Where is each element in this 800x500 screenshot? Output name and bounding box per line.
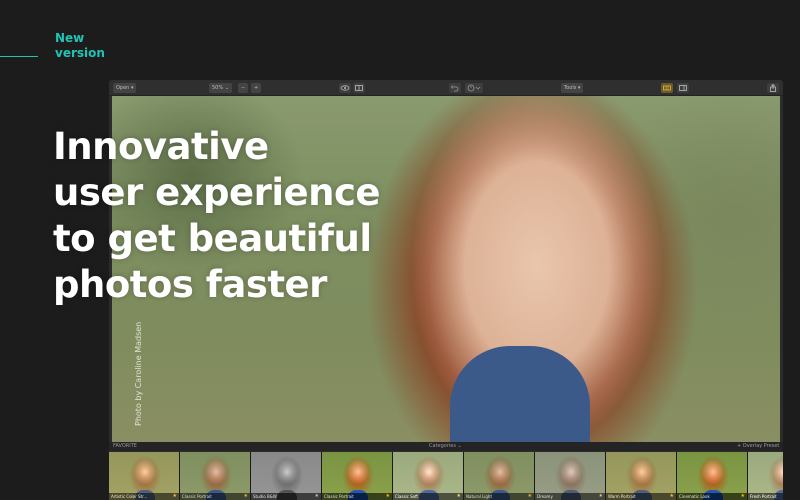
headline: Innovative user experience to get beauti… <box>53 124 381 308</box>
preset-thumbnail[interactable]: Fresh Portrait★ <box>748 452 783 500</box>
thumbnail-label: Warm Portrait <box>606 493 676 500</box>
headline-line-3: to get beautiful <box>53 217 372 260</box>
toolbar: Open ▾ 50% ⌄ − + Tools ▾ <box>109 80 783 96</box>
overlay-preset-button[interactable]: + Overlay Preset <box>737 443 779 450</box>
photo-subject-dress <box>450 346 590 442</box>
thumbnail-label: Classic Portrait <box>180 493 250 500</box>
filmstrip-icon[interactable] <box>661 83 673 93</box>
open-button[interactable]: Open ▾ <box>113 83 137 93</box>
favorite-tab[interactable]: FAVORITE <box>113 443 137 450</box>
favorite-star-icon[interactable]: ★ <box>457 493 461 499</box>
zoom-out-button[interactable]: − <box>238 83 249 93</box>
presets-bar: FAVORITE Categories ⌄ + Overlay Preset <box>109 442 783 451</box>
zoom-in-button[interactable]: + <box>251 83 262 93</box>
headline-line-2: user experience <box>53 171 381 214</box>
preset-thumbnail[interactable]: Warm Portrait ★ <box>606 452 676 500</box>
share-icon[interactable] <box>767 83 779 93</box>
zoom-select[interactable]: 50% ⌄ <box>209 83 232 93</box>
thumbnail-label: Classic Soft <box>393 493 463 500</box>
thumbnail-label: Natural Light <box>464 493 534 500</box>
preview-eye-icon[interactable] <box>339 83 351 93</box>
favorite-star-icon[interactable]: ★ <box>670 493 674 499</box>
headline-line-1: Innovative <box>53 125 269 168</box>
favorite-star-icon[interactable]: ★ <box>315 493 319 499</box>
panel-icon[interactable] <box>677 83 689 93</box>
thumbnail-label: Fresh Portrait <box>748 493 783 500</box>
preset-thumbnail[interactable]: Cinematic Look ★ <box>677 452 747 500</box>
favorite-star-icon[interactable]: ★ <box>741 493 745 499</box>
favorite-star-icon[interactable]: ★ <box>386 493 390 499</box>
favorite-star-icon[interactable]: ★ <box>599 493 603 499</box>
preset-thumbnail[interactable]: Classic Portrait ★ <box>180 452 250 500</box>
favorite-star-icon[interactable]: ★ <box>528 493 532 499</box>
tools-menu-button[interactable]: Tools ▾ <box>561 83 584 93</box>
photo-credit: Photo by Caroline Madsen <box>134 321 143 426</box>
preset-thumbnail[interactable]: Artistic Color Str... ★ <box>109 452 179 500</box>
preset-thumbnail[interactable]: Classic Soft ★ <box>393 452 463 500</box>
preset-thumbnail[interactable]: Natural Light ★ <box>464 452 534 500</box>
badge-line-2: version <box>55 46 105 60</box>
thumbnail-label: Dreamy <box>535 493 605 500</box>
new-version-badge: New version <box>55 31 105 61</box>
thumbnail-label: Classic Portrait <box>322 493 392 500</box>
thumbnail-label: Cinematic Look <box>677 493 747 500</box>
preset-thumbnail[interactable]: Dreamy ★ <box>535 452 605 500</box>
preset-filmstrip: Artistic Color Str... ★ Classic Portrait ★ S… <box>109 452 783 500</box>
thumbnail-label: Artistic Color Str... <box>109 493 179 500</box>
headline-line-4: photos faster <box>53 263 327 306</box>
favorite-star-icon[interactable]: ★ <box>173 493 177 499</box>
preset-thumbnail[interactable]: Classic Portrait ★ <box>322 452 392 500</box>
badge-underline <box>0 56 38 57</box>
badge-line-1: New <box>55 31 85 45</box>
thumbnail-label: Studio B&W <box>251 493 321 500</box>
history-icon[interactable] <box>465 83 483 93</box>
preset-thumbnail[interactable]: Studio B&W ★ <box>251 452 321 500</box>
compare-icon[interactable] <box>353 83 365 93</box>
categories-dropdown[interactable]: Categories ⌄ <box>429 443 462 450</box>
undo-icon[interactable] <box>449 83 461 93</box>
favorite-star-icon[interactable]: ★ <box>244 493 248 499</box>
